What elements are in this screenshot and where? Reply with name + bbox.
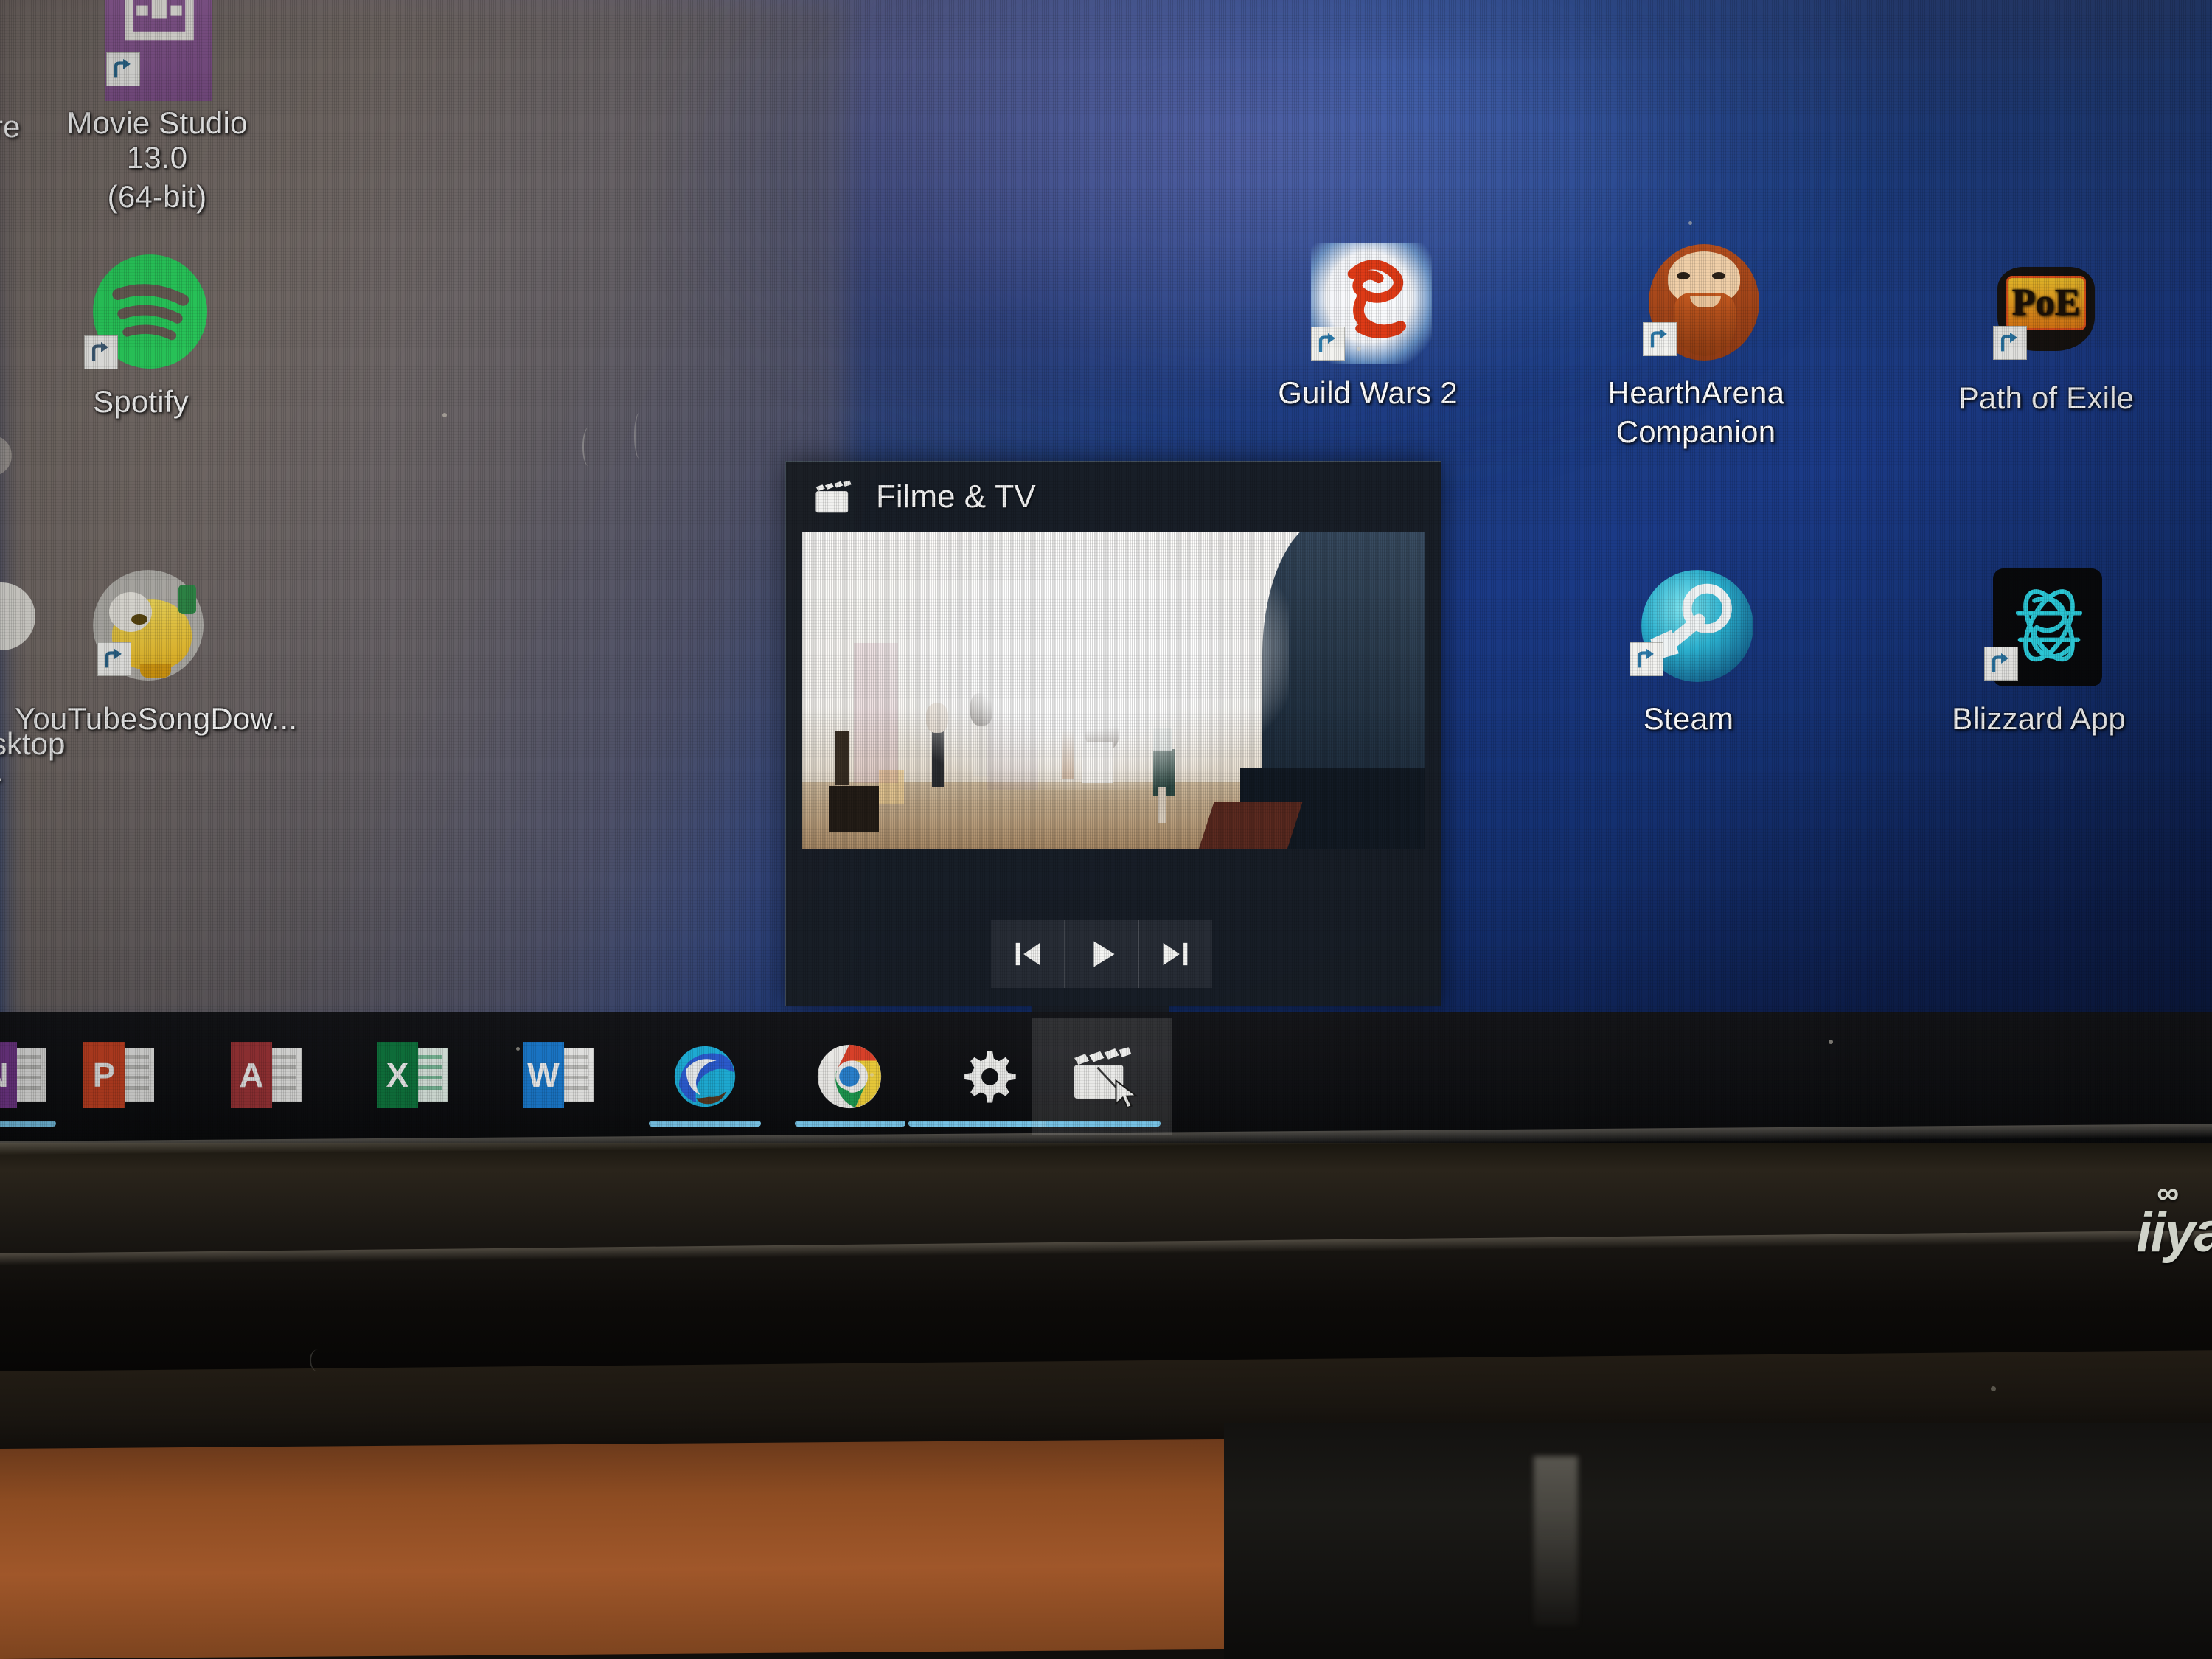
next-button[interactable]	[1139, 920, 1212, 988]
shortcut-arrow-badge	[1993, 326, 2027, 360]
monitor-screen: re sktop r	[0, 0, 2212, 1143]
shortcut-arrow-badge	[106, 52, 140, 86]
play-button[interactable]	[1065, 920, 1139, 988]
edge-icon	[669, 1040, 741, 1113]
taskbar-item-access[interactable]: A	[198, 1018, 336, 1135]
taskbar-item-excel[interactable]: X	[344, 1018, 482, 1135]
clapperboard-icon	[811, 476, 855, 518]
taskbar-item-chrome[interactable]	[780, 1018, 919, 1135]
poe-logo-text: PoE	[2006, 276, 2086, 330]
desktop-icon-path-of-exile[interactable]: PoE Path of Exile	[1924, 240, 2168, 415]
desktop-icon-spotify[interactable]: Spotify	[19, 243, 262, 419]
monitor-photo: re sktop r	[0, 0, 2212, 1659]
edge-cut-label-mid-left-2: r	[0, 767, 1, 802]
gear-icon	[955, 1040, 1027, 1113]
guild-wars-2-dragon-icon	[1246, 234, 1489, 371]
taskbar-item-movies-tv[interactable]	[1032, 1018, 1172, 1135]
taskbar-item-edge[interactable]	[636, 1018, 774, 1135]
monitor-brand-logo: ∞ iiya	[2136, 1175, 2212, 1265]
access-icon: A	[231, 1040, 303, 1113]
steam-icon	[1567, 560, 1810, 697]
taskbar-active-indicator-edge	[649, 1121, 761, 1127]
desktop-icon-label-2: Companion	[1615, 414, 1776, 450]
chrome-icon	[813, 1040, 886, 1113]
shortcut-arrow-badge	[1311, 327, 1345, 361]
desktop-icon-guild-wars-2[interactable]: Guild Wars 2	[1246, 234, 1489, 410]
previous-button[interactable]	[991, 920, 1065, 988]
shortcut-arrow-badge	[1630, 642, 1663, 676]
excel-icon: X	[377, 1040, 449, 1113]
preview-header: Filme & TV	[786, 462, 1441, 532]
taskbar-active-indicator-chrome	[795, 1121, 905, 1127]
desktop-icon-label: Blizzard App	[1952, 701, 2126, 736]
powerpoint-icon: P	[83, 1040, 156, 1113]
video-thumbnail[interactable]	[802, 532, 1425, 849]
brand-infinity-mark: ∞	[2157, 1175, 2179, 1210]
media-controls[interactable]	[991, 920, 1212, 988]
edge-cut-label-top-left: re	[0, 109, 21, 144]
desktop-icon-blizzard-app[interactable]: Blizzard App	[1917, 560, 2160, 736]
desktop-icon-steam[interactable]: Steam	[1567, 560, 1810, 736]
shortcut-arrow-badge	[97, 642, 131, 676]
desktop-icon-label-2: (64-bit)	[107, 179, 207, 215]
stand-highlight	[1534, 1456, 1578, 1626]
spotify-icon	[19, 243, 262, 380]
taskbar[interactable]: N P A	[0, 1012, 2212, 1143]
blizzard-icon	[1917, 560, 2160, 697]
taskbar-item-powerpoint[interactable]: P	[50, 1018, 189, 1135]
word-icon: W	[523, 1040, 595, 1113]
dwarf-face-icon	[1574, 234, 1818, 371]
desktop-icon-label: HearthArena	[1607, 375, 1785, 410]
taskbar-active-indicator-onenote	[0, 1121, 56, 1127]
desktop-icon-label: YouTubeSongDow...	[15, 701, 298, 736]
onenote-icon: N	[0, 1040, 48, 1113]
mouse-cursor	[1115, 1079, 1138, 1109]
desktop-icon-label: Movie Studio 13.0	[66, 105, 248, 175]
preview-title: Filme & TV	[876, 479, 1036, 515]
desktop-icon-heartharena-companion[interactable]: HearthArena Companion	[1574, 234, 1818, 449]
chick-headphones-icon	[15, 560, 258, 697]
shortcut-arrow-badge	[84, 335, 118, 369]
taskbar-active-indicator-movies-tv	[1046, 1121, 1161, 1127]
film-strip-icon	[35, 0, 279, 101]
shortcut-arrow-badge	[1984, 647, 2018, 681]
poe-logo-icon: PoE	[1924, 240, 2168, 376]
taskbar-thumbnail-preview[interactable]: Filme & TV	[785, 461, 1441, 1006]
desktop-icon-youtube-song-downloader[interactable]: YouTubeSongDow...	[15, 560, 298, 736]
desktop-icon-movie-studio[interactable]: Movie Studio 13.0 (64-bit)	[35, 0, 279, 214]
desk-surface	[0, 1439, 1253, 1659]
taskbar-item-word[interactable]: W	[490, 1018, 628, 1135]
desktop-icon-label: Spotify	[93, 384, 189, 419]
monitor-stand	[1224, 1423, 2212, 1659]
desktop-icon-label: Steam	[1643, 701, 1734, 736]
desktop-icon-label: Path of Exile	[1958, 380, 2135, 415]
desktop-icon-label: Guild Wars 2	[1278, 375, 1458, 410]
shortcut-arrow-badge	[1643, 322, 1677, 356]
